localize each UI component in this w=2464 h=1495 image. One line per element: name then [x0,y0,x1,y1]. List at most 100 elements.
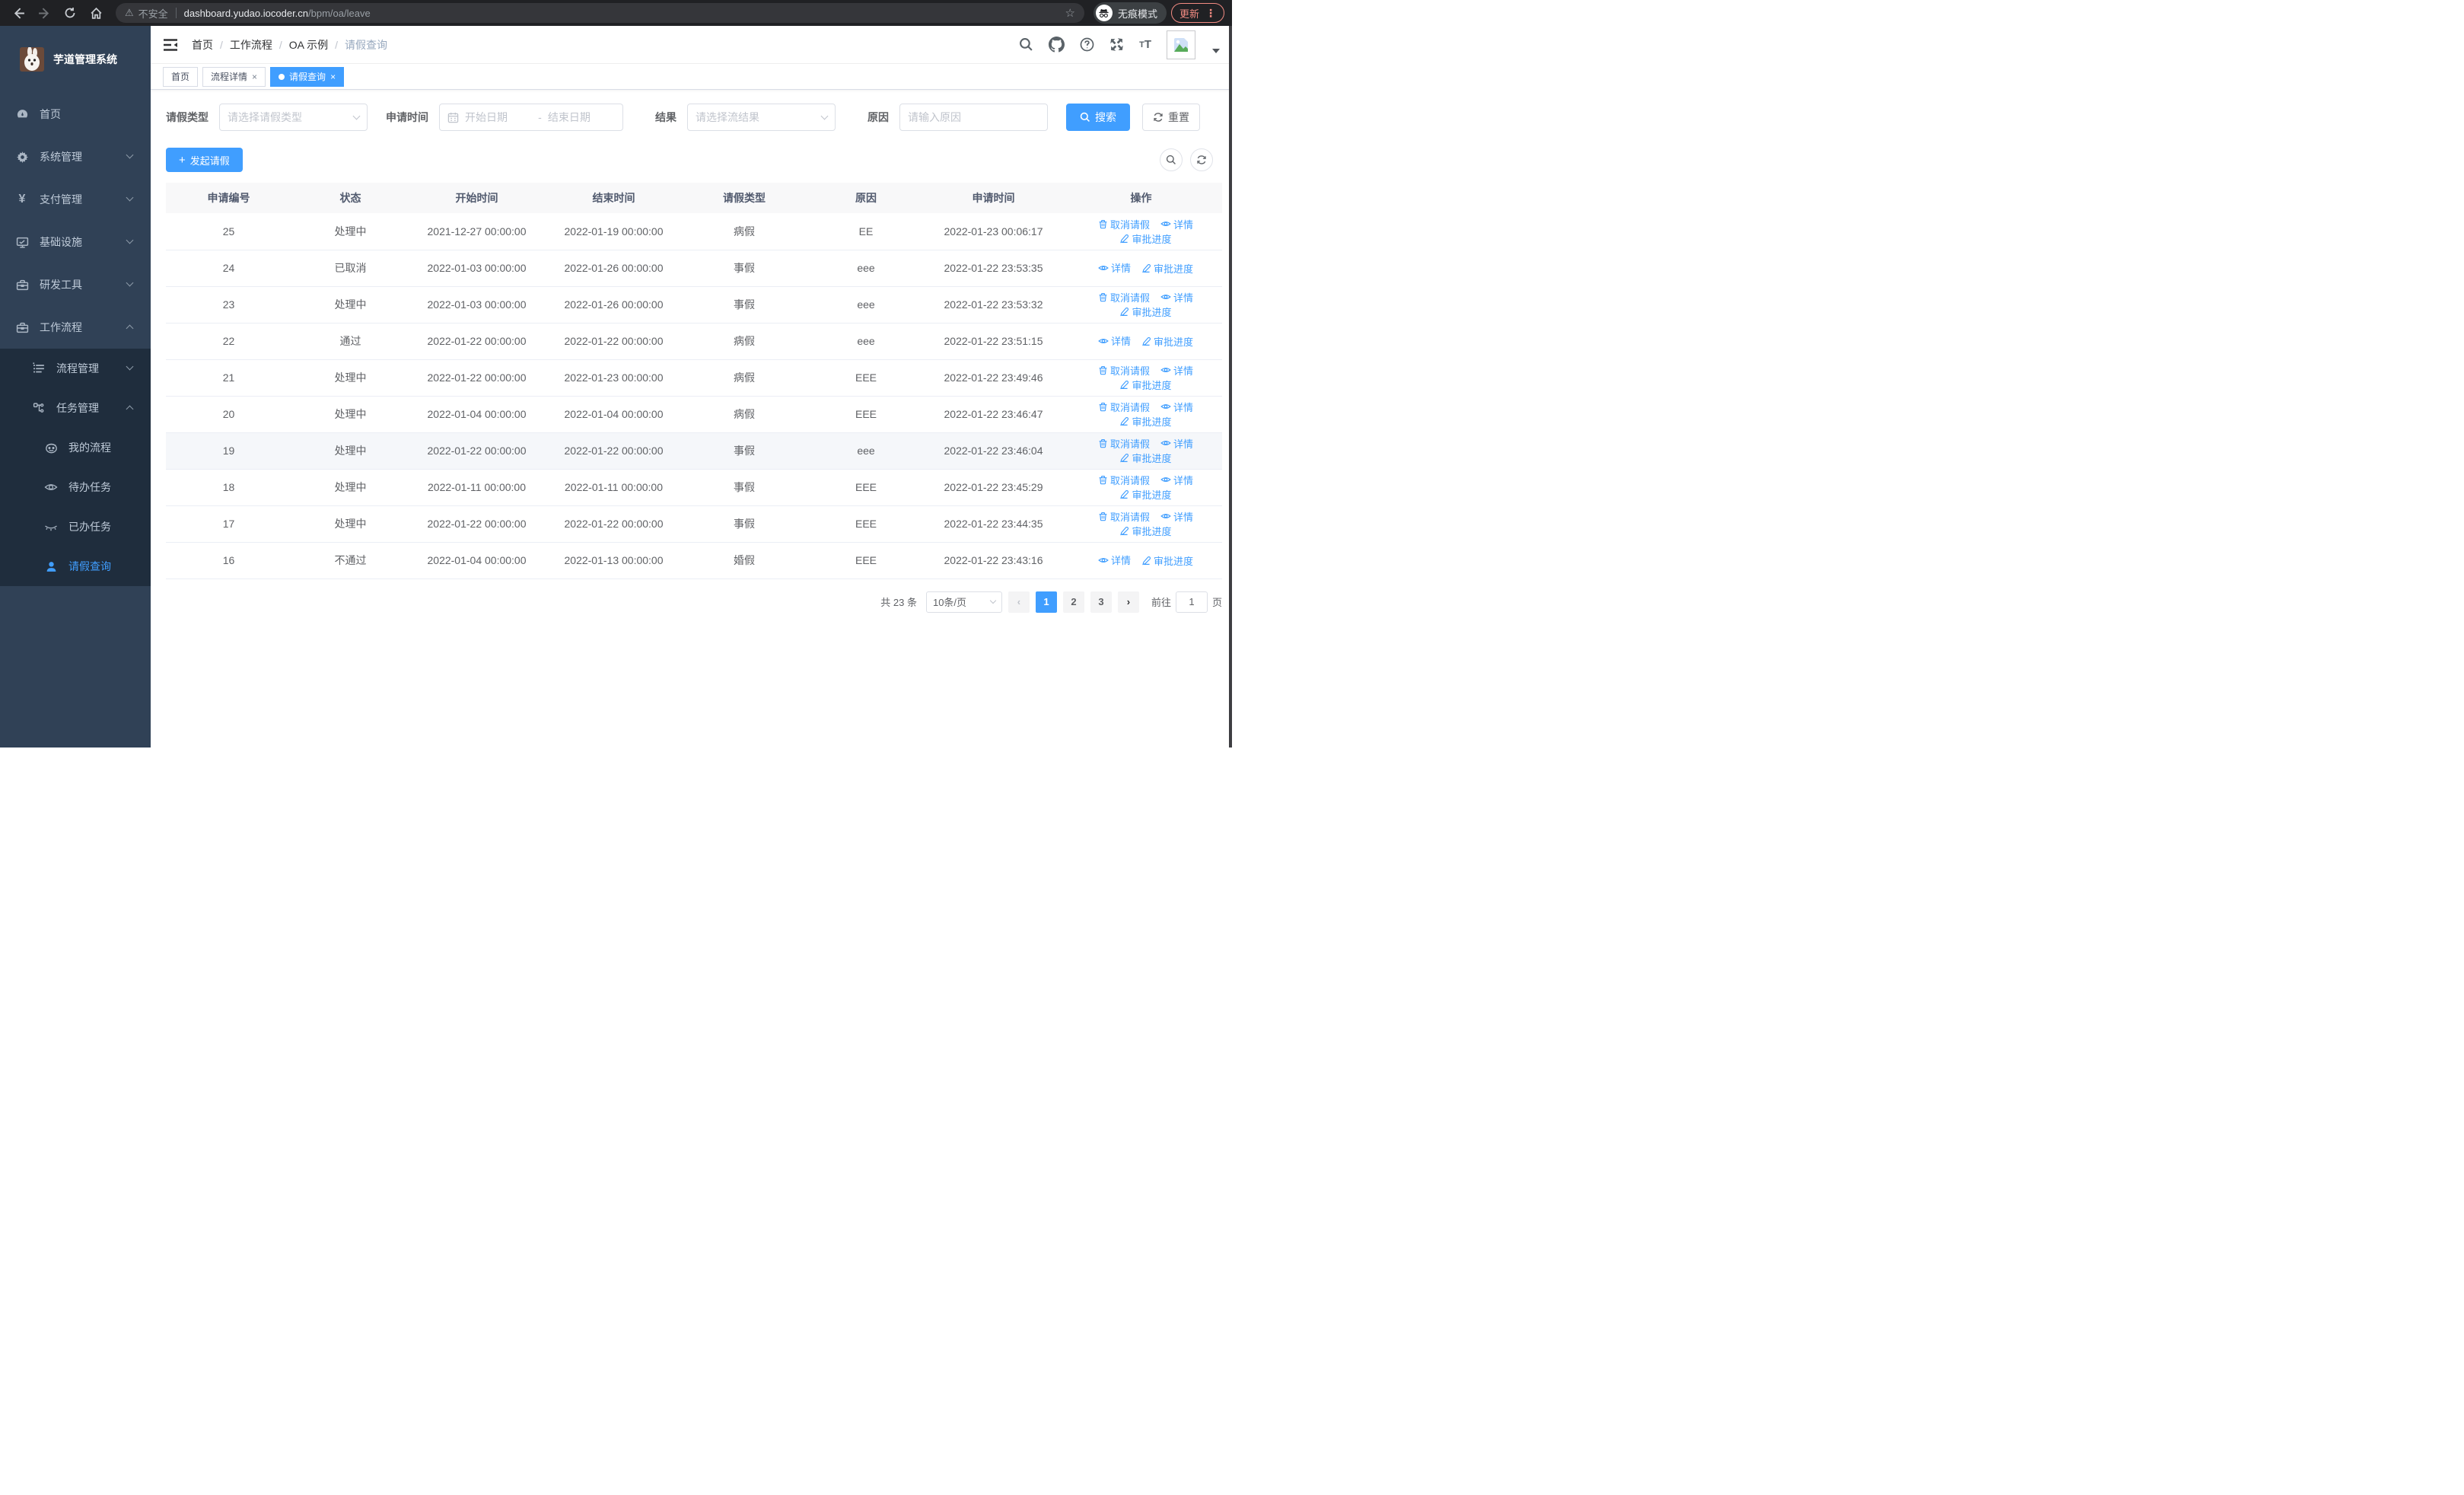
sidebar-item-payment-management[interactable]: ¥ 支付管理 [0,178,151,221]
bookmark-star-icon[interactable]: ☆ [1065,6,1075,20]
home-icon[interactable] [85,2,107,24]
window-scrollbar[interactable] [1229,26,1232,748]
sidebar-item-process-management[interactable]: 流程管理 [0,349,151,388]
cell-start: 2022-01-22 00:00:00 [409,505,544,543]
cell-actions: 取消请假 详情 审批进度 [1060,359,1222,397]
approval-progress-link[interactable]: 审批进度 [1119,414,1172,429]
reason-input[interactable]: 请输入原因 [899,104,1048,131]
page-button-2[interactable]: 2 [1062,591,1084,613]
toolbar-row: + 发起请假 [166,148,1221,172]
page-size-select[interactable]: 10条/页 [925,591,1002,613]
security-label[interactable]: 不安全 [138,6,168,21]
page-button-1[interactable]: 1 [1035,591,1057,613]
start-date-input[interactable]: 开始日期 [465,110,532,125]
approval-progress-link[interactable]: 审批进度 [1141,334,1193,349]
approval-progress-link[interactable]: 审批进度 [1141,553,1193,568]
sidebar-item-todo-tasks[interactable]: 待办任务 [0,467,151,507]
cancel-leave-link[interactable]: 取消请假 [1098,509,1150,524]
cell-reason: eee [805,432,927,470]
page-button-3[interactable]: 3 [1090,591,1112,613]
tab-leave-query[interactable]: 请假查询 × [270,66,345,87]
approval-progress-link[interactable]: 审批进度 [1119,378,1172,392]
sidebar-item-home[interactable]: 首页 [0,93,151,135]
cancel-leave-link[interactable]: 取消请假 [1098,217,1150,231]
cancel-leave-link[interactable]: 取消请假 [1098,290,1150,304]
reload-icon[interactable] [59,2,81,24]
breadcrumb-home[interactable]: 首页 [192,37,213,53]
end-date-input[interactable]: 结束日期 [548,110,615,125]
prev-page-button[interactable]: ‹ [1008,591,1030,613]
cell-end: 2022-01-22 00:00:00 [544,432,683,470]
incognito-icon [1095,5,1113,21]
sidebar-item-label: 请假查询 [68,560,111,572]
breadcrumb-workflow[interactable]: 工作流程 [230,37,272,53]
refresh-table-button[interactable] [1190,148,1213,171]
github-icon[interactable] [1049,37,1065,53]
search-icon[interactable] [1019,37,1033,52]
back-icon[interactable] [8,2,29,24]
user-avatar[interactable] [1167,30,1195,59]
detail-link[interactable]: 详情 [1160,473,1193,487]
cancel-leave-link[interactable]: 取消请假 [1098,473,1150,487]
sidebar-item-workflow[interactable]: 工作流程 [0,306,151,349]
approval-progress-link[interactable]: 审批进度 [1119,451,1172,465]
avatar-dropdown-icon[interactable] [1212,48,1220,53]
approval-progress-link[interactable]: 审批进度 [1141,261,1193,276]
create-leave-button[interactable]: + 发起请假 [166,148,243,172]
detail-link[interactable]: 详情 [1098,260,1131,275]
approval-progress-link[interactable]: 审批进度 [1119,304,1172,319]
sidebar-item-done-tasks[interactable]: 已办任务 [0,507,151,547]
next-page-button[interactable]: › [1117,591,1139,613]
chevron-down-icon [820,112,829,120]
forward-icon[interactable] [33,2,55,24]
action-label: 审批进度 [1154,263,1194,275]
reset-button[interactable]: 重置 [1142,104,1200,131]
sidebar-item-infrastructure[interactable]: 基础设施 [0,221,151,263]
active-tab-dot [279,73,285,80]
search-button[interactable]: 搜索 [1066,104,1130,131]
detail-link[interactable]: 详情 [1160,217,1193,231]
sidebar: 芋道管理系统 首页 系统管理 ¥ 支付管理 基础设施 研发工具 工作流程 流程管理 任务管理 我的… [0,26,151,748]
tab-process-detail[interactable]: 流程详情 × [202,66,266,87]
detail-link[interactable]: 详情 [1160,436,1193,451]
breadcrumb-oa-example[interactable]: OA 示例 [289,37,328,53]
detail-link[interactable]: 详情 [1160,363,1193,378]
browser-menu-icon[interactable]: ⋮ [1205,7,1216,20]
monitor-icon [15,236,29,249]
detail-link[interactable]: 详情 [1160,509,1193,524]
goto-page-input[interactable]: 1 [1175,591,1208,613]
sidebar-item-dev-tools[interactable]: 研发工具 [0,263,151,306]
collapse-sidebar-icon[interactable] [163,37,180,53]
leave-type-select[interactable]: 请选择请假类型 [219,104,368,131]
detail-link[interactable]: 详情 [1160,290,1193,304]
update-button[interactable]: 更新 ⋮ [1170,3,1224,23]
update-label[interactable]: 更新 [1179,6,1199,21]
detail-link[interactable]: 详情 [1098,553,1131,567]
sidebar-item-label: 已办任务 [68,521,111,533]
detail-link[interactable]: 详情 [1098,333,1131,348]
approval-progress-link[interactable]: 审批进度 [1119,524,1172,538]
sidebar-item-task-management[interactable]: 任务管理 [0,388,151,428]
close-icon[interactable]: × [330,72,336,82]
cancel-leave-link[interactable]: 取消请假 [1098,436,1150,451]
tab-home[interactable]: 首页 [163,66,199,87]
detail-link[interactable]: 详情 [1160,400,1193,414]
approval-progress-link[interactable]: 审批进度 [1119,231,1172,246]
cancel-leave-link[interactable]: 取消请假 [1098,363,1150,378]
help-icon[interactable] [1080,37,1094,52]
approval-progress-link[interactable]: 审批进度 [1119,487,1172,502]
fullscreen-icon[interactable] [1109,37,1124,52]
sidebar-item-my-processes[interactable]: 我的流程 [0,428,151,467]
show-search-toggle-button[interactable] [1160,148,1183,171]
action-label: 详情 [1110,555,1131,567]
sidebar-item-leave-query[interactable]: 请假查询 [0,547,151,586]
sidebar-item-system-management[interactable]: 系统管理 [0,135,151,178]
apply-time-range-picker[interactable]: 开始日期 - 结束日期 [439,104,623,131]
cancel-leave-link[interactable]: 取消请假 [1098,400,1150,414]
font-size-icon[interactable]: TT [1139,38,1151,51]
close-icon[interactable]: × [252,72,257,82]
address-bar[interactable]: ⚠ 不安全 dashboard.yudao.iocoder.cn/bpm/oa/… [116,3,1084,23]
result-select[interactable]: 请选择流结果 [687,104,836,131]
column-header: 操作 [1060,183,1222,213]
goto-label: 前往 [1151,597,1171,608]
